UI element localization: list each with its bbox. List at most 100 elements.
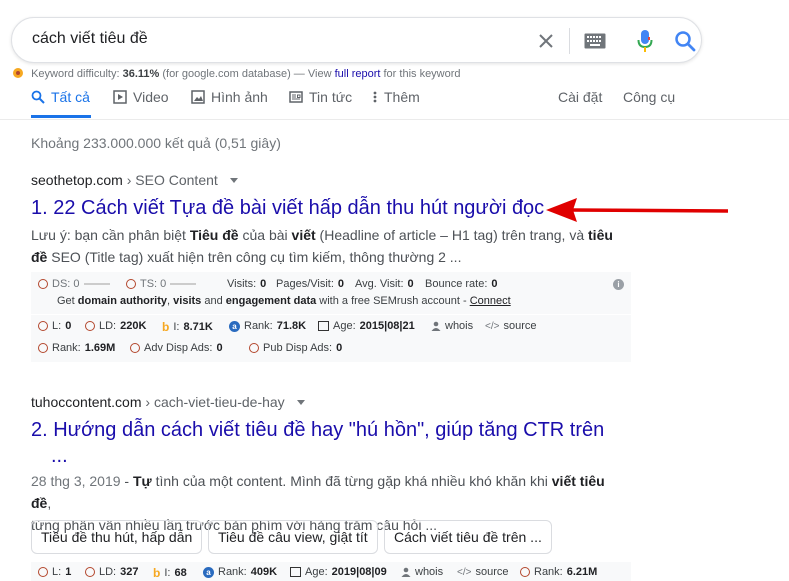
result-domain: tuhoccontent.com [31,394,142,410]
sm-whois[interactable]: whois [401,566,443,578]
search-input[interactable]: cách viết tiêu đề [32,30,148,48]
sm-i: b I: 68 [153,566,187,580]
search-icon[interactable] [674,30,696,52]
semrush-circle-icon [520,567,530,577]
sm-rank: a Rank: 409K [203,566,277,578]
result-breadcrumb: › cach-viet-tieu-de-hay [145,394,285,410]
result-breadcrumb: › SEO Content [126,172,218,188]
calendar-icon [290,567,301,577]
semrush-circle-icon [38,567,48,577]
semrush-box: DS: 0 TS: 0 Visits: 0 Pages/Visit: 0 Avg. … [31,272,631,362]
person-icon [431,321,441,331]
sm-visits: Visits: 0 [227,278,267,290]
keyboard-icon[interactable] [584,33,606,49]
sm-i: b I: 8.71K [162,320,213,334]
semrush-circle-icon [130,343,140,353]
sm-pub: Pub Disp Ads: 0 [249,342,342,354]
active-tab-indicator [31,115,91,118]
image-icon [191,90,205,104]
tab-images[interactable]: Hình ảnh [191,89,268,105]
sm-ld: LD: 327 [85,566,138,578]
person-icon [401,567,411,577]
semrush-circle-icon [85,321,95,331]
settings-link[interactable]: Cài đặt [558,89,602,105]
bing-icon: b [153,566,161,580]
sm-avg-visit: Avg. Visit: 0 [355,278,414,290]
caret-down-icon[interactable] [296,400,305,405]
settings-label: Cài đặt [558,89,603,105]
keyword-difficulty: Keyword difficulty: 36.11% (for google.c… [12,67,461,80]
result-snippet: Lưu ý: bạn cần phân biệt Tiêu đề của bài… [31,224,621,268]
sm-adv: Adv Disp Ads: 0 [130,342,223,354]
search-icon [31,90,45,104]
result-cite[interactable]: seothetop.com › SEO Content [31,172,238,188]
sm-divider [31,314,631,315]
tab-video[interactable]: Video [113,89,169,105]
search-bar[interactable]: cách viết tiêu đề [11,17,702,63]
semrush-box: L: 1 LD: 327 b I: 68 a Rank: 409K Age: 2019|08|… [31,562,631,581]
tab-label: Hình ảnh [211,89,268,105]
result-title-line: 2. Hướng dẫn cách viết tiêu đề hay "hú h… [31,419,605,441]
sm-l: L: 0 [38,320,71,332]
calendar-icon [318,321,329,331]
tab-label: Tin tức [309,89,353,105]
sm-bounce: Bounce rate: 0 [425,278,498,290]
result-title[interactable]: 1. 22 Cách viết Tựa đề bài viết hấp dẫn … [31,195,544,221]
tab-all[interactable]: Tất cả [31,89,90,105]
alexa-icon: a [203,566,214,578]
tools-link[interactable]: Công cụ [623,89,675,105]
sm-source[interactable]: </> source [485,320,537,332]
snippet-line: Lưu ý: bạn cần phân biệt Tiêu đề của bài… [31,227,613,243]
news-icon [289,91,303,103]
sm-age: Age: 2019|08|09 [290,566,387,578]
red-arrow-annotation [546,198,729,222]
result-cite[interactable]: tuhoccontent.com › cach-viet-tieu-de-hay [31,394,305,410]
sm-rank2: Rank: 1.69M [38,342,115,354]
sm-source[interactable]: </> source [457,566,509,578]
semrush-circle-icon [38,343,48,353]
tab-label: Video [133,89,169,105]
sm-whois[interactable]: whois [431,320,473,332]
bing-icon: b [162,320,170,334]
sm-ds: DS: 0 [38,278,110,290]
info-icon[interactable]: i [613,279,624,290]
close-icon[interactable] [536,31,556,51]
tabs-divider [0,119,789,120]
sm-rank2: Rank: 6.21M [520,566,597,578]
sm-ts: TS: 0 [126,278,197,290]
related-chip[interactable]: Tiêu đề thu hút, hấp dẫn [31,520,203,554]
microphone-icon[interactable] [637,29,653,53]
sm-promo: Get domain authority, visits and engagem… [57,295,511,307]
semrush-circle-icon [126,279,136,289]
result-domain: seothetop.com [31,172,123,188]
semrush-circle-icon [249,343,259,353]
kd-value: 36.11% [122,68,160,80]
tab-news[interactable]: Tin tức [289,89,352,105]
kd-label: Keyword difficulty: [31,68,120,80]
semrush-circle-icon [38,321,48,331]
sm-age: Age: 2015|08|21 [318,320,415,332]
code-icon: </> [457,566,472,578]
result-title-line: ... [51,445,68,467]
more-vert-icon [373,91,377,103]
snippet-line: 28 thg 3, 2019 - Tự tình của một content… [31,473,605,511]
snippet-line: đề SEO (Title tag) xuất hiện trên công c… [31,249,462,265]
ts-bar [170,283,197,285]
related-chip[interactable]: Cách viết tiêu đề trên ... [384,520,552,554]
sm-rank: a Rank: 71.8K [229,320,306,332]
code-icon: </> [485,320,500,332]
kd-source: (for google.com database) — View [162,68,332,80]
tab-more[interactable]: Thêm [372,89,420,105]
alexa-icon: a [229,320,240,332]
semrush-logo-icon [13,68,23,78]
tab-label: Tất cả [51,89,90,105]
full-report-link[interactable]: full report [335,68,381,80]
result-title[interactable]: 2. Hướng dẫn cách viết tiêu đề hay "hú h… [31,417,604,469]
connect-link[interactable]: Connect [470,295,511,307]
semrush-circle-icon [85,567,95,577]
related-chip[interactable]: Tiêu đề câu view, giật tít [208,520,378,554]
result-stats: Khoảng 233.000.000 kết quả (0,51 giây) [31,135,281,151]
semrush-circle-icon [38,279,48,289]
caret-down-icon[interactable] [229,178,238,183]
tab-label: Thêm [384,89,420,105]
